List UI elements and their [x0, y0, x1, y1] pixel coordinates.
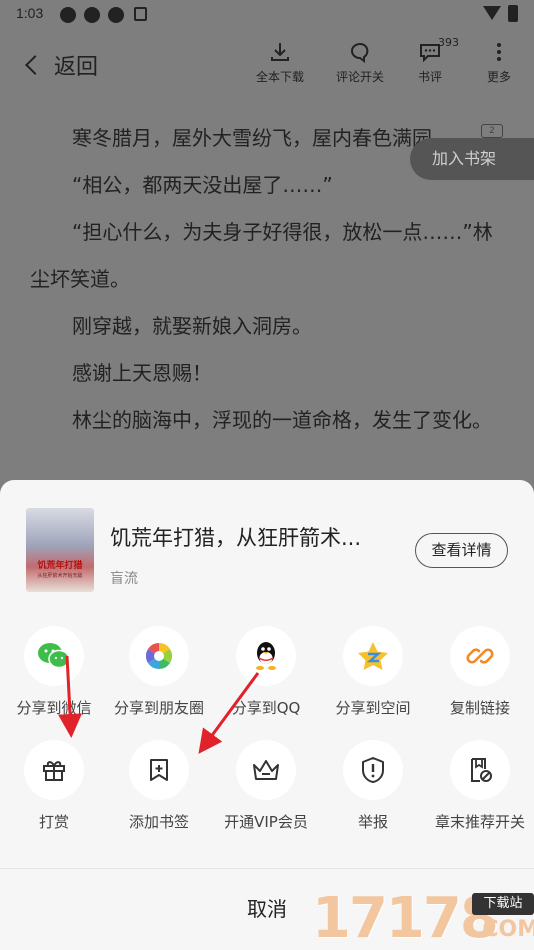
annotation-arrows — [58, 655, 260, 754]
site-watermark: 17178 下载站 .COM — [312, 887, 534, 950]
annotation-arrow — [198, 672, 260, 754]
watermark-number: 17178 — [312, 886, 499, 950]
watermark-tag: 下载站 — [472, 893, 534, 915]
watermark-domain: .COM — [474, 917, 534, 942]
annotation-arrow — [58, 655, 83, 738]
